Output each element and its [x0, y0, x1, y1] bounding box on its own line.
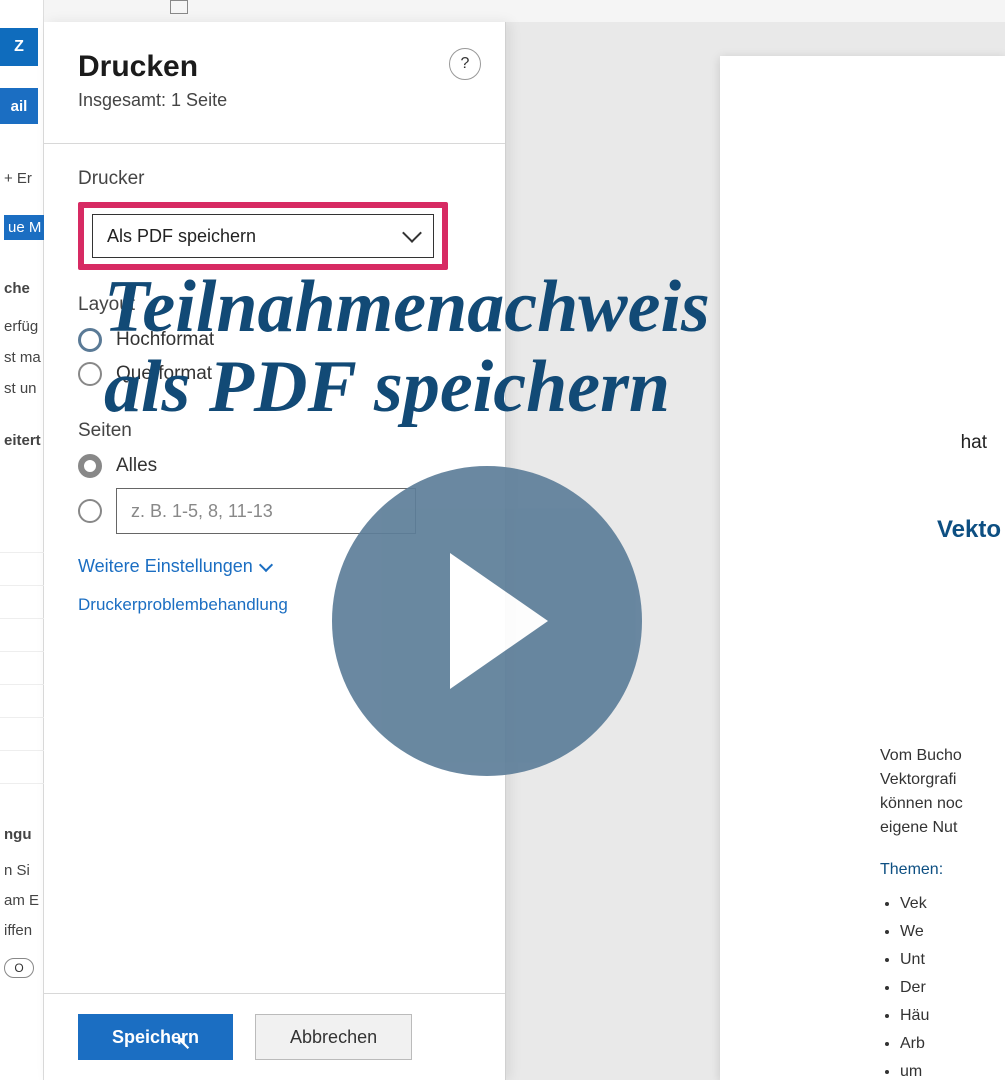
play-icon [450, 553, 548, 689]
radio-icon [78, 362, 102, 386]
save-button[interactable]: Speichern ↖ [78, 1014, 233, 1060]
dialog-button-bar: Speichern ↖ Abbrechen [44, 993, 505, 1080]
print-preview-page: hat Vekto Vom Bucho Vektorgrafi können n… [720, 56, 1005, 1080]
cancel-button-label: Abbrechen [290, 1027, 377, 1048]
preview-bullet: Häu [900, 1004, 999, 1028]
sidebar-list [0, 520, 44, 784]
printer-select-value: Als PDF speichern [107, 226, 256, 247]
sidebar-fragment: n Si [4, 862, 30, 879]
sidebar-fragment: iffen [4, 922, 32, 939]
more-settings-label: Weitere Einstellungen [78, 556, 253, 577]
preview-line: Vom Bucho [880, 744, 999, 768]
video-play-button[interactable] [332, 466, 642, 776]
preview-bullet-list: Vek We Unt Der Häu Arb um [880, 892, 999, 1080]
sidebar-fragment: eitert [4, 432, 41, 449]
preview-line: Vektorgrafi [880, 768, 999, 792]
layout-portrait-label: Hochformat [116, 329, 214, 351]
cursor-icon: ↖ [176, 1033, 191, 1054]
sidebar-toggle[interactable]: O [4, 958, 34, 978]
preview-bullet: Unt [900, 948, 999, 972]
chevron-down-icon [402, 223, 422, 243]
preview-bullet: We [900, 920, 999, 944]
pages-label: Seiten [78, 420, 471, 442]
sidebar-fragment: ngu [4, 826, 32, 843]
app-logo: Z [0, 28, 38, 66]
radio-icon [78, 499, 102, 523]
chevron-down-icon [259, 557, 273, 571]
layout-landscape-label: Querformat [116, 363, 212, 385]
preview-bullet: Vek [900, 892, 999, 916]
printer-section: Drucker Als PDF speichern [44, 144, 505, 270]
sidebar-fragment: st un [4, 380, 37, 397]
help-button[interactable]: ? [449, 48, 481, 80]
address-bar-lock-icon [170, 0, 188, 14]
preview-subheading: Themen: [880, 858, 999, 882]
pages-range-placeholder: z. B. 1-5, 8, 11-13 [131, 501, 273, 522]
layout-portrait-radio[interactable]: Hochformat [78, 328, 471, 352]
preview-bullet: Der [900, 976, 999, 1000]
printer-select-highlight: Als PDF speichern [78, 202, 448, 270]
sidebar-fragment: erfüg [4, 318, 38, 335]
preview-bullet: um [900, 1060, 999, 1080]
pages-all-radio[interactable]: Alles [78, 454, 471, 478]
background-app-sidebar: Z ail + Er ue M che erfüg st ma st un ei… [0, 0, 44, 1080]
preview-text: hat [961, 432, 987, 454]
sidebar-fragment: che [4, 280, 30, 297]
sidebar-new-button[interactable]: ue M [4, 215, 45, 240]
sidebar-fragment: am E [4, 892, 39, 909]
pages-all-label: Alles [116, 455, 157, 477]
preview-line: eigene Nut [880, 816, 999, 840]
print-dialog-title: Drucken [78, 50, 471, 84]
preview-line: können noc [880, 792, 999, 816]
printer-select[interactable]: Als PDF speichern [92, 214, 434, 258]
cancel-button[interactable]: Abbrechen [255, 1014, 412, 1060]
preview-bullet: Arb [900, 1032, 999, 1056]
sidebar-tab-mail[interactable]: ail [0, 88, 38, 124]
layout-section: Layout Hochformat Querformat [44, 270, 505, 386]
radio-icon-selected [78, 454, 102, 478]
printer-label: Drucker [78, 168, 471, 190]
print-page-count: Insgesamt: 1 Seite [78, 90, 471, 111]
preview-body: Vom Bucho Vektorgrafi können noc eigene … [880, 744, 999, 1080]
layout-landscape-radio[interactable]: Querformat [78, 362, 471, 386]
radio-icon [78, 328, 102, 352]
sidebar-fragment: + Er [4, 170, 32, 187]
preview-heading: Vekto [937, 516, 1001, 544]
sidebar-fragment: st ma [4, 349, 41, 366]
layout-label: Layout [78, 294, 471, 316]
